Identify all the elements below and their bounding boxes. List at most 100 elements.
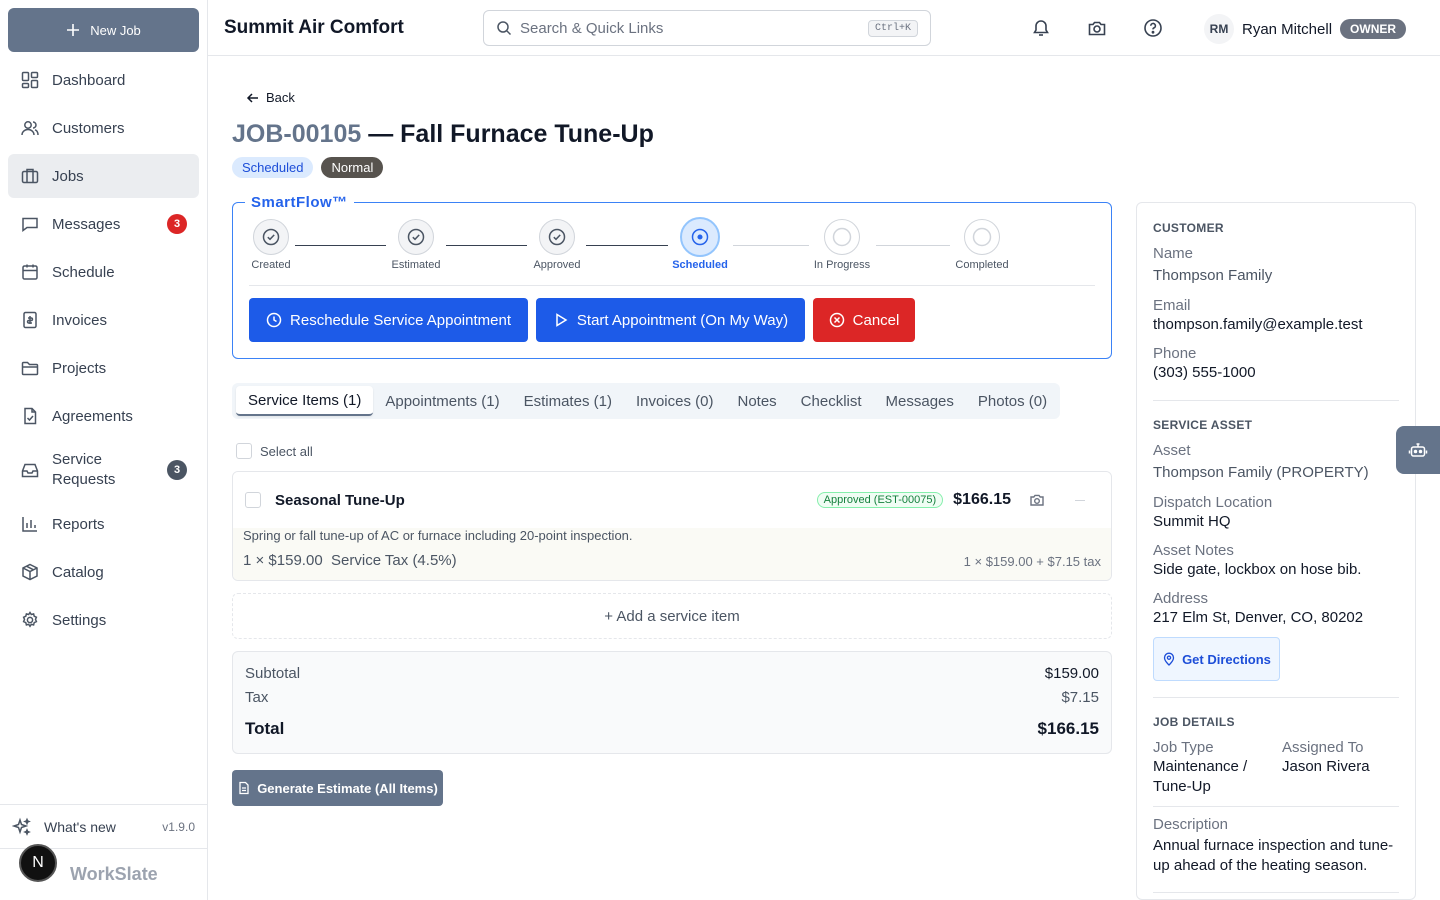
search-input[interactable]: Search & Quick Links Ctrl+K [483,10,931,46]
select-all-checkbox[interactable] [236,443,252,459]
tab-estimates[interactable]: Estimates (1) [512,386,624,416]
generate-estimate-label: Generate Estimate (All Items) [257,780,438,796]
select-all-label: Select all [260,443,313,459]
item-checkbox[interactable] [245,492,261,508]
sidebar-item-reports[interactable]: Reports [8,502,199,546]
help-icon[interactable] [1143,18,1163,38]
sidebar-item-service-requests[interactable]: Service Requests 3 [8,442,199,498]
job-type-value-line1: Maintenance / [1153,758,1248,775]
select-all: Select all [236,443,313,459]
reschedule-button[interactable]: Reschedule Service Appointment [249,298,528,342]
totals-panel: Subtotal $159.00 Tax $7.15 Total $166.15 [232,651,1112,754]
step-label: Approved [533,259,581,271]
status-badge: Scheduled [232,157,314,178]
subtotal-row: Subtotal $159.00 [245,665,1099,682]
job-tags: Scheduled Normal [232,157,384,178]
description-value-line2: up ahead of the heating season. [1153,857,1368,874]
sidebar-item-projects[interactable]: Projects [8,346,199,390]
customer-phone[interactable]: (303) 555-1000 [1153,363,1256,383]
sidebar-item-catalog[interactable]: Catalog [8,550,199,594]
tab-messages[interactable]: Messages [874,386,966,416]
whats-new-link[interactable]: What's new v1.9.0 [0,804,207,848]
service-item-card: Seasonal Tune-Up Approved (EST-00075) $1… [232,471,1112,581]
camera-icon[interactable] [1087,18,1107,38]
tab-appointments[interactable]: Appointments (1) [373,386,511,416]
description-label: Description [1153,816,1229,833]
sidebar-item-settings[interactable]: Settings [8,598,199,642]
address-value: 217 Elm St, Denver, CO, 80202 [1153,609,1364,626]
customer-phone-label: Phone [1153,345,1197,362]
sidebar-item-customers[interactable]: Customers [8,106,199,150]
sidebar-item-label: Reports [52,515,105,533]
cancel-button[interactable]: Cancel [813,298,915,342]
user-menu[interactable]: RM Ryan Mitchell OWNER [1204,14,1407,44]
asset-notes-label: Asset Notes [1153,542,1234,559]
sidebar-item-label: Messages [52,215,121,233]
sidebar-item-messages[interactable]: Messages 3 [8,202,199,246]
invoice-icon [20,310,40,330]
sidebar-item-label: Jobs [52,167,84,185]
step-connector [295,245,386,246]
sidebar-item-label: Customers [52,119,125,137]
subtotal-label: Subtotal [245,665,301,682]
total-row: Total $166.15 [245,719,1099,739]
smartflow-panel: SmartFlow™ Created Estimated Approved Sc… [232,194,1112,359]
sidebar-item-dashboard[interactable]: Dashboard [8,58,199,102]
asset-value[interactable]: Thompson Family (PROPERTY) [1153,463,1369,483]
top-bar: Summit Air Comfort Search & Quick Links … [208,0,1440,56]
back-link[interactable]: Back [246,90,295,105]
briefcase-icon [20,166,40,186]
divider [1153,892,1399,893]
back-label: Back [266,90,295,105]
user-name: Ryan Mitchell [1242,20,1333,38]
job-id: JOB-00105 [232,120,362,148]
customer-email[interactable]: thompson.family@example.test [1153,315,1362,335]
item-qty-price: 1 × $159.00 [243,552,323,569]
get-directions-label: Get Directions [1182,651,1271,667]
sidebar-item-jobs[interactable]: Jobs [8,154,199,198]
step-label: Estimated [391,259,441,271]
tax-label: Tax [245,689,269,706]
sidebar-item-label: Invoices [52,311,108,329]
assistant-bot-button[interactable] [1396,426,1440,474]
map-pin-icon [1162,652,1176,666]
tab-photos[interactable]: Photos (0) [966,386,1059,416]
plus-icon [66,23,80,37]
sidebar-item-label: Schedule [52,263,115,281]
camera-icon[interactable] [1029,492,1045,508]
details-panel: CUSTOMER Name Thompson Family Email thom… [1136,202,1416,900]
divider [1153,806,1399,807]
company-name: Summit Air Comfort [224,16,404,38]
sidebar-item-schedule[interactable]: Schedule [8,250,199,294]
generate-estimate-button[interactable]: Generate Estimate (All Items) [232,770,443,806]
step-connector [876,245,950,246]
new-job-label: New Job [90,22,141,38]
start-appointment-label: Start Appointment (On My Way) [576,311,789,329]
customer-name-label: Name [1153,245,1194,262]
tab-service-items[interactable]: Service Items (1) [236,386,374,416]
tab-invoices[interactable]: Invoices (0) [624,386,726,416]
sparkles-icon [12,817,32,837]
remove-item-icon[interactable] [1075,499,1085,501]
n-floating-button[interactable]: N [19,844,57,882]
customer-name[interactable]: Thompson Family [1153,266,1272,286]
item-tax-rate: Service Tax (4.5%) [331,552,457,569]
tab-checklist[interactable]: Checklist [789,386,874,416]
bell-icon[interactable] [1031,18,1051,38]
step-connector [446,245,527,246]
add-service-item-button[interactable]: + Add a service item [232,593,1112,639]
get-directions-button[interactable]: Get Directions [1153,637,1280,681]
tab-notes[interactable]: Notes [725,386,788,416]
divider [1153,697,1399,698]
bar-chart-icon [20,514,40,534]
step-created-icon [253,219,289,255]
step-scheduled-icon [680,217,720,257]
sidebar-nav: Dashboard Customers Jobs Messages 3 Sche… [8,58,199,646]
new-job-button[interactable]: New Job [8,8,199,52]
role-badge: OWNER [1340,19,1407,39]
start-appointment-button[interactable]: Start Appointment (On My Way) [536,298,805,342]
x-circle-icon [829,312,845,328]
sidebar-item-agreements[interactable]: Agreements [8,394,199,438]
sidebar-item-invoices[interactable]: Invoices [8,298,199,342]
service-item-header: Seasonal Tune-Up Approved (EST-00075) $1… [233,472,1111,528]
